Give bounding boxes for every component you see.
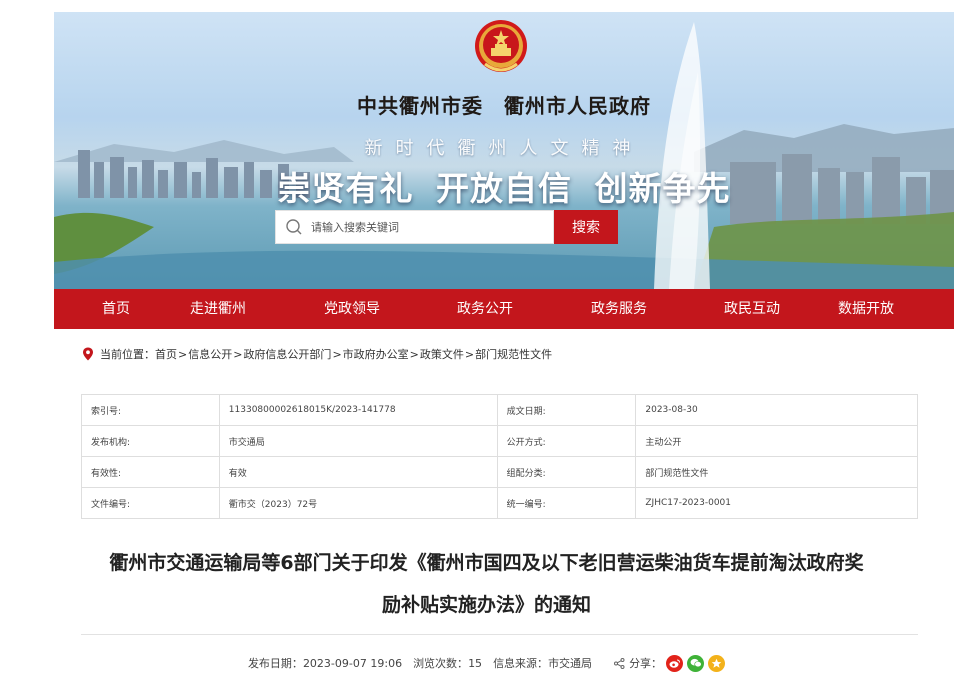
slogan-main: 崇贤有礼 开放自信 创新争先: [277, 169, 731, 208]
table-row: 索引号: 11330800002618015K/2023-141778 成文日期…: [81, 394, 918, 426]
table-row: 发布机构: 市交通局 公开方式: 主动公开: [81, 425, 918, 457]
breadcrumb: 当前位置： 首页 > 信息公开 > 政府信息公开部门 > 市政府办公室 > 政策…: [82, 345, 552, 363]
meta-value: 部门规范性文件: [635, 456, 918, 488]
meta-key: 组配分类:: [496, 456, 637, 488]
meta-value: 11330800002618015K/2023-141778: [218, 394, 498, 426]
main-nav: 首页 走进衢州 党政领导 政务公开 政务服务 政民互动 数据开放: [54, 289, 954, 329]
breadcrumb-separator: >: [233, 347, 243, 361]
meta-key: 有效性:: [81, 456, 220, 488]
nav-item-interaction[interactable]: 政民互动: [724, 289, 780, 329]
breadcrumb-info-open[interactable]: 信息公开: [188, 346, 232, 362]
meta-key: 统一编号:: [496, 487, 637, 519]
breadcrumb-dept-docs[interactable]: 部门规范性文件: [475, 346, 552, 362]
breadcrumb-separator: >: [409, 347, 419, 361]
breadcrumb-home[interactable]: 首页: [155, 346, 177, 362]
meta-value: 有效: [218, 456, 498, 488]
meta-key: 发布机构:: [81, 425, 220, 457]
national-emblem-icon: [475, 20, 527, 72]
breadcrumb-prefix: 当前位置：: [100, 348, 155, 361]
nav-item-leaders[interactable]: 党政领导: [324, 289, 380, 329]
breadcrumb-separator: >: [178, 347, 188, 361]
wechat-icon[interactable]: [687, 654, 705, 672]
nav-item-data-open[interactable]: 数据开放: [838, 289, 894, 329]
article-title: 衢州市交通运输局等6部门关于印发《衢州市国四及以下老旧营运柴油货车提前淘汰政府奖…: [60, 542, 913, 626]
divider: [81, 634, 918, 635]
nav-item-about[interactable]: 走进衢州: [190, 289, 246, 329]
breadcrumb-policy[interactable]: 政策文件: [420, 346, 464, 362]
views-label: 浏览次数：: [413, 657, 469, 670]
article-info-bar: 发布日期： 2023-09-07 19:06 浏览次数： 15 信息来源： 市交…: [0, 652, 973, 674]
nav-item-gov-service[interactable]: 政务服务: [591, 289, 647, 329]
qzone-icon[interactable]: [708, 654, 726, 672]
meta-key: 索引号:: [81, 394, 220, 426]
share-icon: [614, 657, 625, 669]
table-row: 文件编号: 衢市交（2023）72号 统一编号: ZJHC17-2023-000…: [81, 487, 918, 519]
breadcrumb-dept[interactable]: 政府信息公开部门: [243, 346, 331, 362]
weibo-icon[interactable]: [666, 654, 684, 672]
breadcrumb-office[interactable]: 市政府办公室: [343, 346, 409, 362]
table-row: 有效性: 有效 组配分类: 部门规范性文件: [81, 456, 918, 488]
breadcrumb-separator: >: [464, 347, 475, 361]
meta-value: 主动公开: [635, 425, 918, 457]
document-meta-table: 索引号: 11330800002618015K/2023-141778 成文日期…: [81, 394, 918, 519]
nav-item-home[interactable]: 首页: [102, 289, 130, 329]
meta-value: 市交通局: [218, 425, 498, 457]
source-label: 信息来源：: [493, 657, 549, 670]
search-input[interactable]: [311, 212, 553, 242]
search-box: [275, 210, 554, 244]
article-title-line: 励补贴实施办法》的通知: [381, 594, 591, 616]
breadcrumb-separator: >: [332, 347, 342, 361]
government-title: 中共衢州市委 衢州市人民政府: [357, 94, 651, 118]
article-title-line: 衢州市交通运输局等6部门关于印发《衢州市国四及以下老旧营运柴油货车提前淘汰政府奖: [109, 552, 864, 574]
nav-item-gov-open[interactable]: 政务公开: [457, 289, 513, 329]
meta-key: 公开方式:: [496, 425, 637, 457]
search-button[interactable]: 搜索: [554, 210, 618, 244]
header-banner: 中共衢州市委 衢州市人民政府 新时代衢州人文精神 崇贤有礼 开放自信 创新争先: [54, 12, 954, 289]
location-pin-icon: [83, 347, 93, 361]
views-count: 15: [468, 656, 483, 670]
publish-date-label: 发布日期：: [247, 657, 303, 670]
source-value: 市交通局: [548, 657, 593, 670]
slogan-subtitle: 新时代衢州人文精神: [364, 138, 644, 159]
meta-key: 成文日期:: [496, 394, 637, 426]
meta-value: 衢市交（2023）72号: [218, 487, 498, 519]
publish-date: 2023-09-07 19:06: [302, 656, 403, 670]
search-icon: [286, 219, 302, 235]
share-label: 分享：: [629, 657, 663, 670]
meta-value: ZJHC17-2023-0001: [635, 487, 918, 519]
meta-key: 文件编号:: [81, 487, 220, 519]
meta-value: 2023-08-30: [635, 394, 918, 426]
